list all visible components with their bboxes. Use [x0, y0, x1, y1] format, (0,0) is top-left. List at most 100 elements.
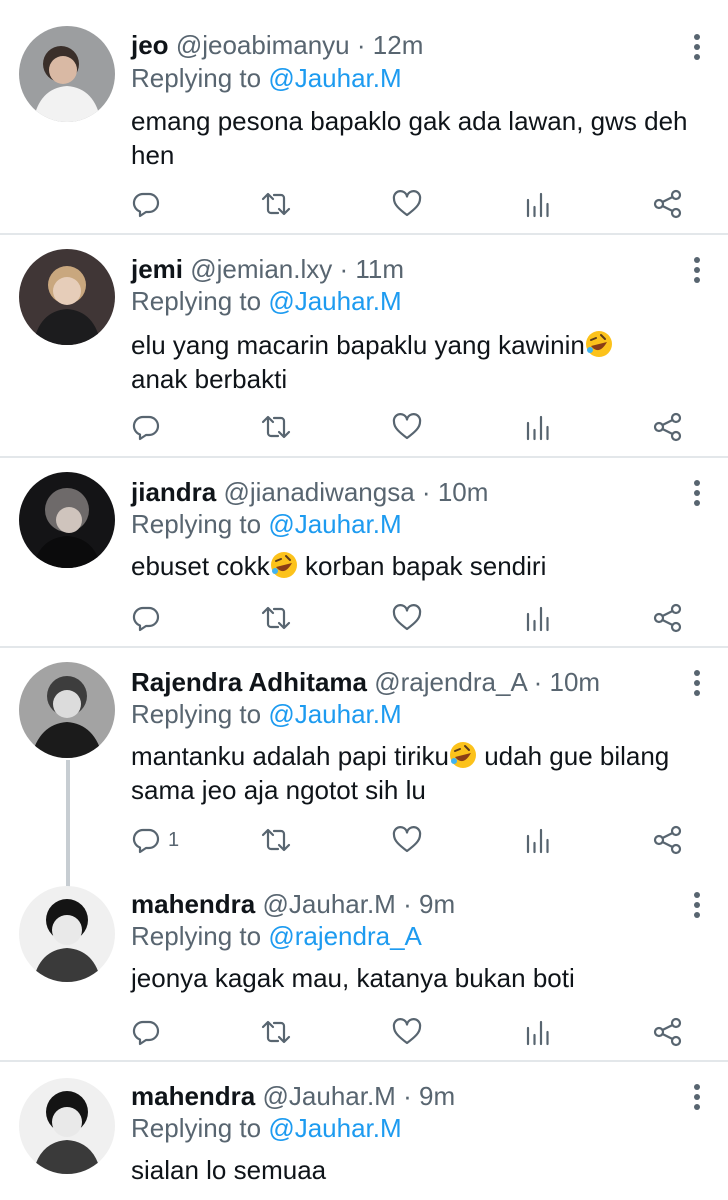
avatar[interactable] — [19, 249, 115, 345]
retweet-button[interactable] — [260, 598, 292, 638]
retweet-icon — [261, 192, 291, 216]
like-button[interactable] — [391, 184, 423, 224]
timestamp[interactable]: 10m — [438, 477, 489, 507]
user-handle[interactable]: @jemian.lxy — [190, 254, 332, 284]
share-icon — [653, 189, 682, 219]
timestamp[interactable]: 10m — [550, 667, 601, 697]
retweet-icon — [261, 1020, 291, 1044]
mention-link[interactable]: @rajendra_A — [268, 921, 422, 951]
mention-link[interactable]: @Jauhar.M — [268, 286, 401, 316]
like-button[interactable] — [391, 407, 423, 447]
reply-button[interactable] — [130, 1012, 162, 1052]
tweet-text-continued: korban bapak sendiri — [297, 551, 547, 581]
tweet-text: emang pesona bapaklo gak ada lawan, gws … — [131, 104, 691, 172]
separator: · — [356, 30, 366, 60]
analytics-button[interactable] — [522, 407, 554, 447]
retweet-icon — [261, 415, 291, 439]
reply-button[interactable] — [130, 598, 162, 638]
tweet[interactable]: mahendra @Jauhar.M · 9m Replying to @Jau… — [0, 1062, 728, 1200]
timestamp[interactable]: 9m — [419, 1081, 455, 1111]
display-name[interactable]: jiandra — [131, 477, 216, 507]
mention-link[interactable]: @Jauhar.M — [268, 699, 401, 729]
replying-to: Replying to @Jauhar.M — [131, 286, 402, 316]
more-options-icon[interactable] — [692, 34, 702, 60]
replying-to: Replying to @rajendra_A — [131, 921, 422, 951]
more-options-icon[interactable] — [692, 670, 702, 696]
tweet-header: mahendra @Jauhar.M · 9m — [131, 889, 455, 919]
reply-icon — [132, 415, 160, 441]
timestamp[interactable]: 9m — [419, 889, 455, 919]
analytics-icon — [526, 415, 549, 441]
share-button[interactable] — [652, 820, 684, 860]
more-options-icon[interactable] — [692, 257, 702, 283]
replying-label: Replying to — [131, 509, 262, 539]
tweet[interactable]: mahendra @Jauhar.M · 9m Replying to @raj… — [0, 870, 728, 1062]
heart-icon — [392, 190, 422, 217]
analytics-button[interactable] — [522, 820, 554, 860]
more-options-icon[interactable] — [692, 892, 702, 918]
tweet-text-content: mantanku adalah papi tiriku — [131, 741, 449, 771]
user-handle[interactable]: @Jauhar.M — [263, 889, 396, 919]
retweet-button[interactable] — [260, 407, 292, 447]
tweet-text: elu yang macarin bapaklu yang kawinin ana… — [131, 328, 691, 396]
retweet-button[interactable] — [260, 184, 292, 224]
retweet-icon — [261, 828, 291, 852]
user-handle[interactable]: @jeoabimanyu — [176, 30, 350, 60]
analytics-button[interactable] — [522, 598, 554, 638]
display-name[interactable]: mahendra — [131, 889, 255, 919]
reply-button[interactable] — [130, 184, 162, 224]
share-button[interactable] — [652, 184, 684, 224]
heart-icon — [392, 1018, 422, 1045]
action-bar — [0, 184, 728, 224]
separator: · — [533, 667, 543, 697]
share-button[interactable] — [652, 407, 684, 447]
like-button[interactable] — [391, 820, 423, 860]
reply-button[interactable] — [130, 407, 162, 447]
retweet-button[interactable] — [260, 1012, 292, 1052]
tweet-header: mahendra @Jauhar.M · 9m — [131, 1081, 455, 1111]
display-name[interactable]: Rajendra Adhitama — [131, 667, 367, 697]
like-button[interactable] — [391, 1012, 423, 1052]
avatar[interactable] — [19, 1078, 115, 1174]
retweet-button[interactable] — [260, 820, 292, 860]
analytics-icon — [526, 828, 549, 854]
mention-link[interactable]: @Jauhar.M — [268, 63, 401, 93]
tweet-text-continued: anak berbakti — [131, 364, 288, 394]
analytics-button[interactable] — [522, 1012, 554, 1052]
timestamp[interactable]: 12m — [373, 30, 424, 60]
avatar[interactable] — [19, 886, 115, 982]
separator: · — [403, 1081, 412, 1111]
tweet-text: mantanku adalah papi tiriku udah gue bil… — [131, 739, 691, 807]
tweet-header: jeo @jeoabimanyu · 12m — [131, 30, 423, 60]
analytics-button[interactable] — [522, 184, 554, 224]
replying-to: Replying to @Jauhar.M — [131, 699, 402, 729]
tweet[interactable]: jiandra @jianadiwangsa · 10m Replying to… — [0, 458, 728, 648]
reply-button[interactable]: 1 — [130, 820, 179, 860]
heart-icon — [392, 604, 422, 631]
action-bar — [0, 1012, 728, 1052]
avatar[interactable] — [19, 26, 115, 122]
tweet-text-content: ebuset cokk — [131, 551, 270, 581]
tweet[interactable]: jeo @jeoabimanyu · 12m Replying to @Jauh… — [0, 0, 728, 235]
display-name[interactable]: mahendra — [131, 1081, 255, 1111]
mention-link[interactable]: @Jauhar.M — [268, 509, 401, 539]
avatar[interactable] — [19, 662, 115, 758]
timestamp[interactable]: 11m — [355, 254, 404, 284]
analytics-icon — [526, 606, 549, 632]
display-name[interactable]: jemi — [131, 254, 183, 284]
tweet[interactable]: Rajendra Adhitama @rajendra_A · 10m Repl… — [0, 648, 728, 888]
tweet[interactable]: jemi @jemian.lxy · 11m Replying to @Jauh… — [0, 235, 728, 458]
share-button[interactable] — [652, 598, 684, 638]
user-handle[interactable]: @rajendra_A — [374, 667, 526, 697]
display-name[interactable]: jeo — [131, 30, 169, 60]
retweet-icon — [261, 606, 291, 630]
like-button[interactable] — [391, 598, 423, 638]
user-handle[interactable]: @jianadiwangsa — [223, 477, 414, 507]
reply-count: 1 — [168, 828, 180, 851]
more-options-icon[interactable] — [692, 1084, 702, 1110]
share-button[interactable] — [652, 1012, 684, 1052]
more-options-icon[interactable] — [692, 480, 702, 506]
avatar[interactable] — [19, 472, 115, 568]
user-handle[interactable]: @Jauhar.M — [263, 1081, 396, 1111]
mention-link[interactable]: @Jauhar.M — [268, 1113, 401, 1143]
